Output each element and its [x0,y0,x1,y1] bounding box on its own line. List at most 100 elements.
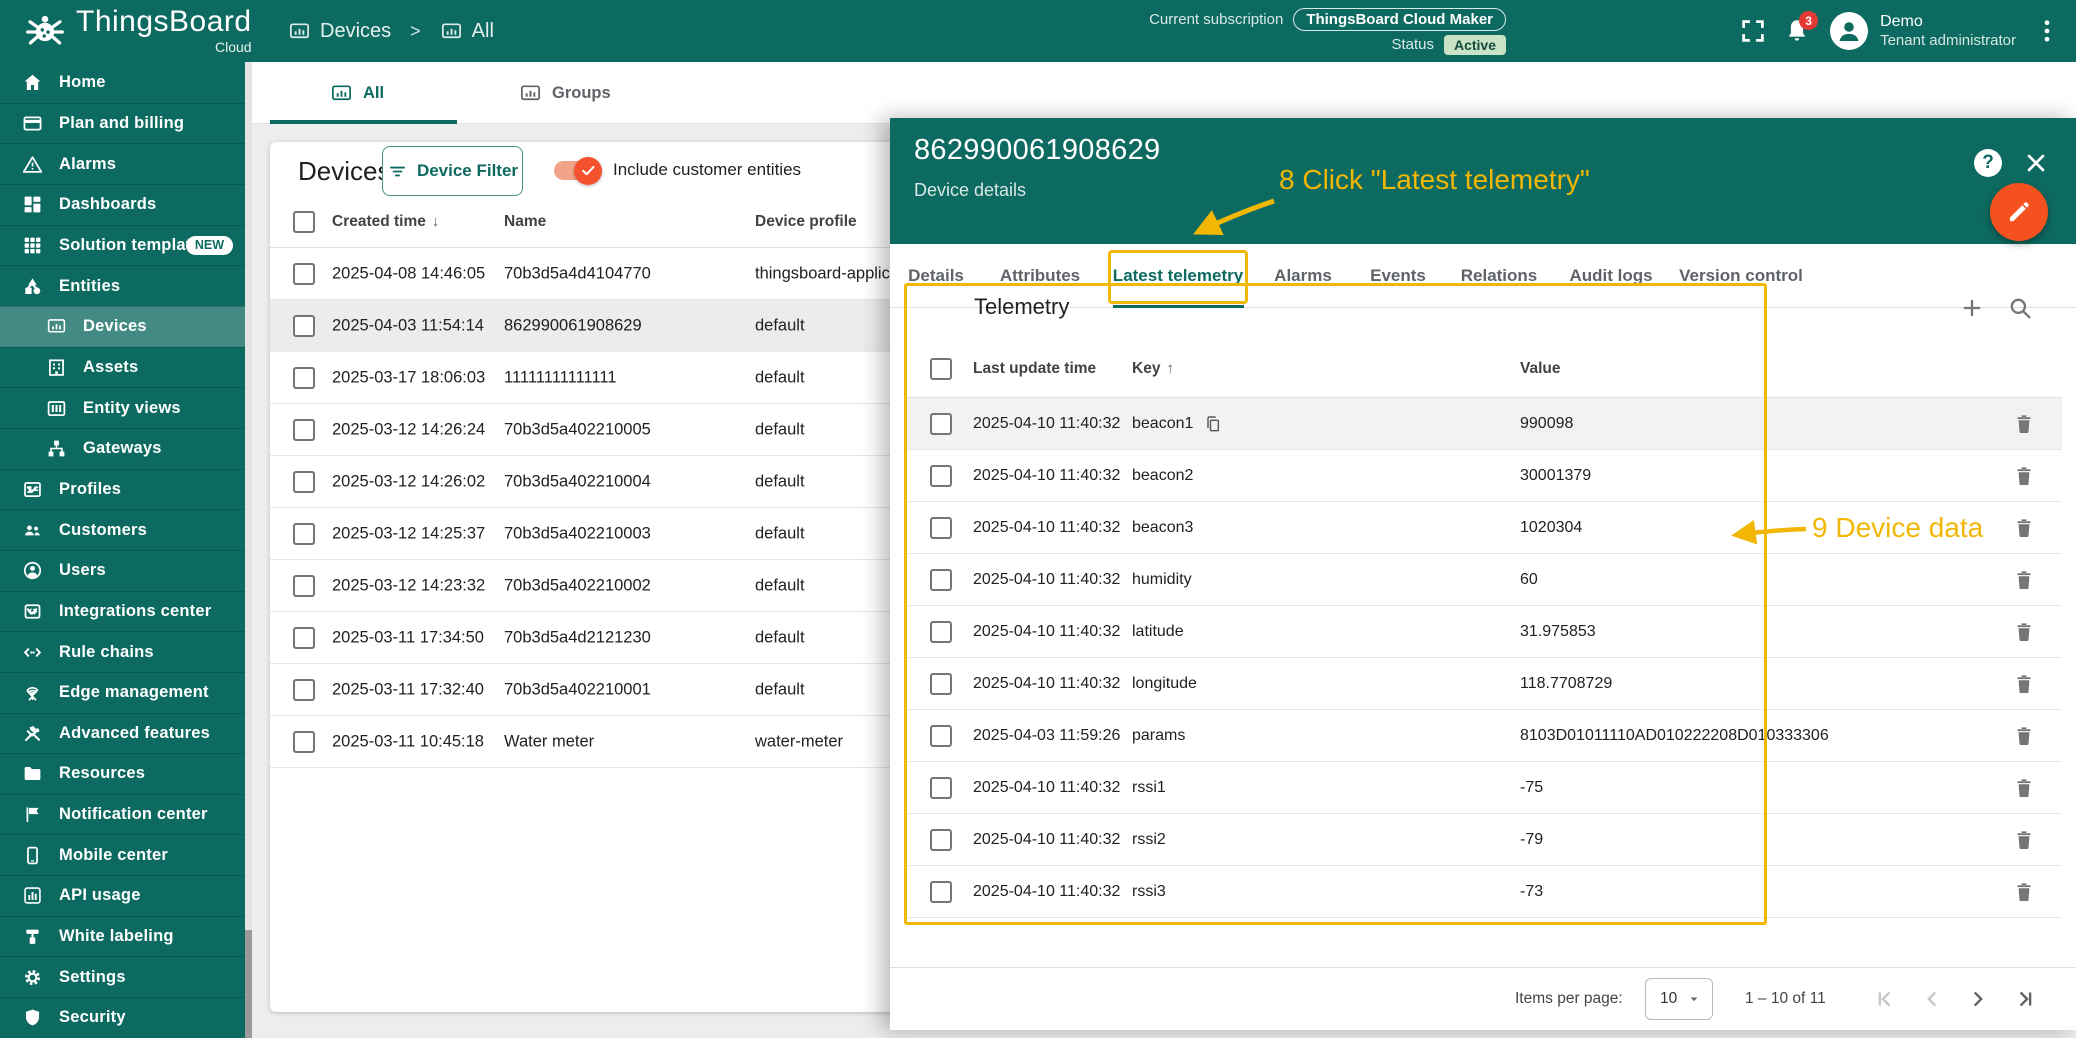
delete-telemetry-icon[interactable] [2012,516,2036,540]
row-checkbox[interactable] [930,829,952,851]
copy-icon[interactable] [1203,414,1223,434]
sidebar-item-security[interactable]: Security [0,997,245,1038]
breadcrumb-devices[interactable]: Devices [320,20,391,43]
telemetry-row[interactable]: 2025-04-10 11:40:32humidity60 [904,554,2062,606]
sidebar-item-api-usage[interactable]: API usage [0,875,245,916]
telemetry-row[interactable]: 2025-04-10 11:40:32rssi1-75 [904,762,2062,814]
kebab-menu-icon[interactable] [2032,16,2062,46]
row-checkbox[interactable] [930,517,952,539]
sidebar-item-mobile-center[interactable]: Mobile center [0,834,245,875]
row-checkbox[interactable] [930,725,952,747]
telemetry-row[interactable]: 2025-04-10 11:40:32beacon31020304 [904,502,2062,554]
col-last-update-time[interactable]: Last update time [973,360,1096,378]
sidebar-item-alarms[interactable]: Alarms [0,143,245,184]
row-checkbox[interactable] [293,627,315,649]
help-button[interactable]: ? [1974,149,2002,177]
row-checkbox[interactable] [930,413,952,435]
add-telemetry-icon[interactable] [1958,294,1986,322]
delete-telemetry-icon[interactable] [2012,828,2036,852]
device-filter-button[interactable]: Device Filter [382,146,523,196]
col-key[interactable]: Key [1132,360,1160,377]
sidebar-item-white-labeling[interactable]: White labeling [0,916,245,957]
tab-all[interactable]: All [330,62,384,124]
sidebar-item-notification-center[interactable]: Notification center [0,794,245,835]
row-checkbox[interactable] [293,731,315,753]
sidebar-item-integrations-center[interactable]: Integrations center [0,591,245,632]
search-icon[interactable] [2006,294,2034,322]
panel-tab-details[interactable]: Details [908,244,964,308]
row-checkbox[interactable] [930,465,952,487]
sidebar-item-dashboards[interactable]: Dashboards [0,184,245,225]
sidebar-item-solution-templates[interactable]: Solution templatesNEW [0,225,245,266]
sidebar-item-settings[interactable]: Settings [0,956,245,997]
telemetry-select-all-checkbox[interactable] [930,358,952,380]
sidebar-item-resources[interactable]: Resources [0,753,245,794]
notifications-bell[interactable]: 3 [1782,16,1812,46]
row-checkbox[interactable] [293,523,315,545]
telemetry-row[interactable]: 2025-04-10 11:40:32beacon230001379 [904,450,2062,502]
delete-telemetry-icon[interactable] [2012,724,2036,748]
panel-tab-latest-telemetry[interactable]: Latest telemetry [1113,244,1243,308]
delete-telemetry-icon[interactable] [2012,464,2036,488]
telemetry-row[interactable]: 2025-04-10 11:40:32beacon1990098 [904,398,2062,450]
sidebar-item-gateways[interactable]: Gateways [0,428,245,469]
sidebar-item-entities[interactable]: Entities [0,265,245,306]
sidebar-item-plan-and-billing[interactable]: Plan and billing [0,103,245,144]
fullscreen-icon[interactable] [1738,16,1768,46]
col-value[interactable]: Value [1520,360,1561,378]
panel-tab-events[interactable]: Events [1370,244,1426,308]
row-checkbox[interactable] [293,419,315,441]
sidebar-item-devices[interactable]: Devices [0,306,245,347]
previous-page-icon[interactable] [1918,985,1946,1013]
sidebar-item-users[interactable]: Users [0,550,245,591]
row-checkbox[interactable] [930,621,952,643]
tab-groups[interactable]: Groups [519,62,611,124]
delete-telemetry-icon[interactable] [2012,880,2036,904]
row-checkbox[interactable] [293,315,315,337]
breadcrumb-all[interactable]: All [472,20,494,43]
row-checkbox[interactable] [293,367,315,389]
row-checkbox[interactable] [930,673,952,695]
include-customer-entities-toggle[interactable] [554,161,598,180]
sidebar-item-assets[interactable]: Assets [0,347,245,388]
panel-tab-audit-logs[interactable]: Audit logs [1569,244,1652,308]
delete-telemetry-icon[interactable] [2012,776,2036,800]
delete-telemetry-icon[interactable] [2012,672,2036,696]
row-checkbox[interactable] [293,575,315,597]
select-all-checkbox[interactable] [293,211,315,233]
col-name[interactable]: Name [504,213,546,231]
sidebar-item-rule-chains[interactable]: Rule chains [0,631,245,672]
items-per-page-select[interactable]: 10 [1645,978,1713,1020]
col-created-time[interactable]: Created time [332,213,426,230]
sidebar-item-edge-management[interactable]: Edge management [0,672,245,713]
row-checkbox[interactable] [293,263,315,285]
scrollbar-thumb[interactable] [245,930,252,1038]
sidebar-item-profiles[interactable]: Profiles [0,469,245,510]
sidebar-scrollbar[interactable] [245,62,252,1038]
telemetry-row[interactable]: 2025-04-10 11:40:32longitude118.7708729 [904,658,2062,710]
sidebar-item-customers[interactable]: Customers [0,509,245,550]
telemetry-row[interactable]: 2025-04-10 11:40:32rssi3-73 [904,866,2062,918]
delete-telemetry-icon[interactable] [2012,568,2036,592]
sidebar-item-advanced-features[interactable]: Advanced features [0,713,245,754]
panel-tab-version-control[interactable]: Version control [1679,244,1803,308]
telemetry-row[interactable]: 2025-04-10 11:40:32rssi2-79 [904,814,2062,866]
thingsboard-logo[interactable]: ThingsBoard Cloud [22,4,252,54]
close-icon[interactable] [2022,149,2050,177]
row-checkbox[interactable] [930,569,952,591]
user-block[interactable]: Demo Tenant administrator [1880,12,2016,50]
delete-telemetry-icon[interactable] [2012,412,2036,436]
telemetry-row[interactable]: 2025-04-03 11:59:26params8103D01011110AD… [904,710,2062,762]
sidebar-item-entity-views[interactable]: Entity views [0,387,245,428]
delete-telemetry-icon[interactable] [2012,620,2036,644]
row-checkbox[interactable] [930,777,952,799]
first-page-icon[interactable] [1871,985,1899,1013]
sidebar-item-home[interactable]: Home [0,62,245,103]
next-page-icon[interactable] [1964,985,1992,1013]
avatar[interactable] [1830,12,1868,50]
row-checkbox[interactable] [293,471,315,493]
edit-fab-button[interactable] [1990,183,2048,241]
row-checkbox[interactable] [293,679,315,701]
row-checkbox[interactable] [930,881,952,903]
telemetry-row[interactable]: 2025-04-10 11:40:32latitude31.975853 [904,606,2062,658]
